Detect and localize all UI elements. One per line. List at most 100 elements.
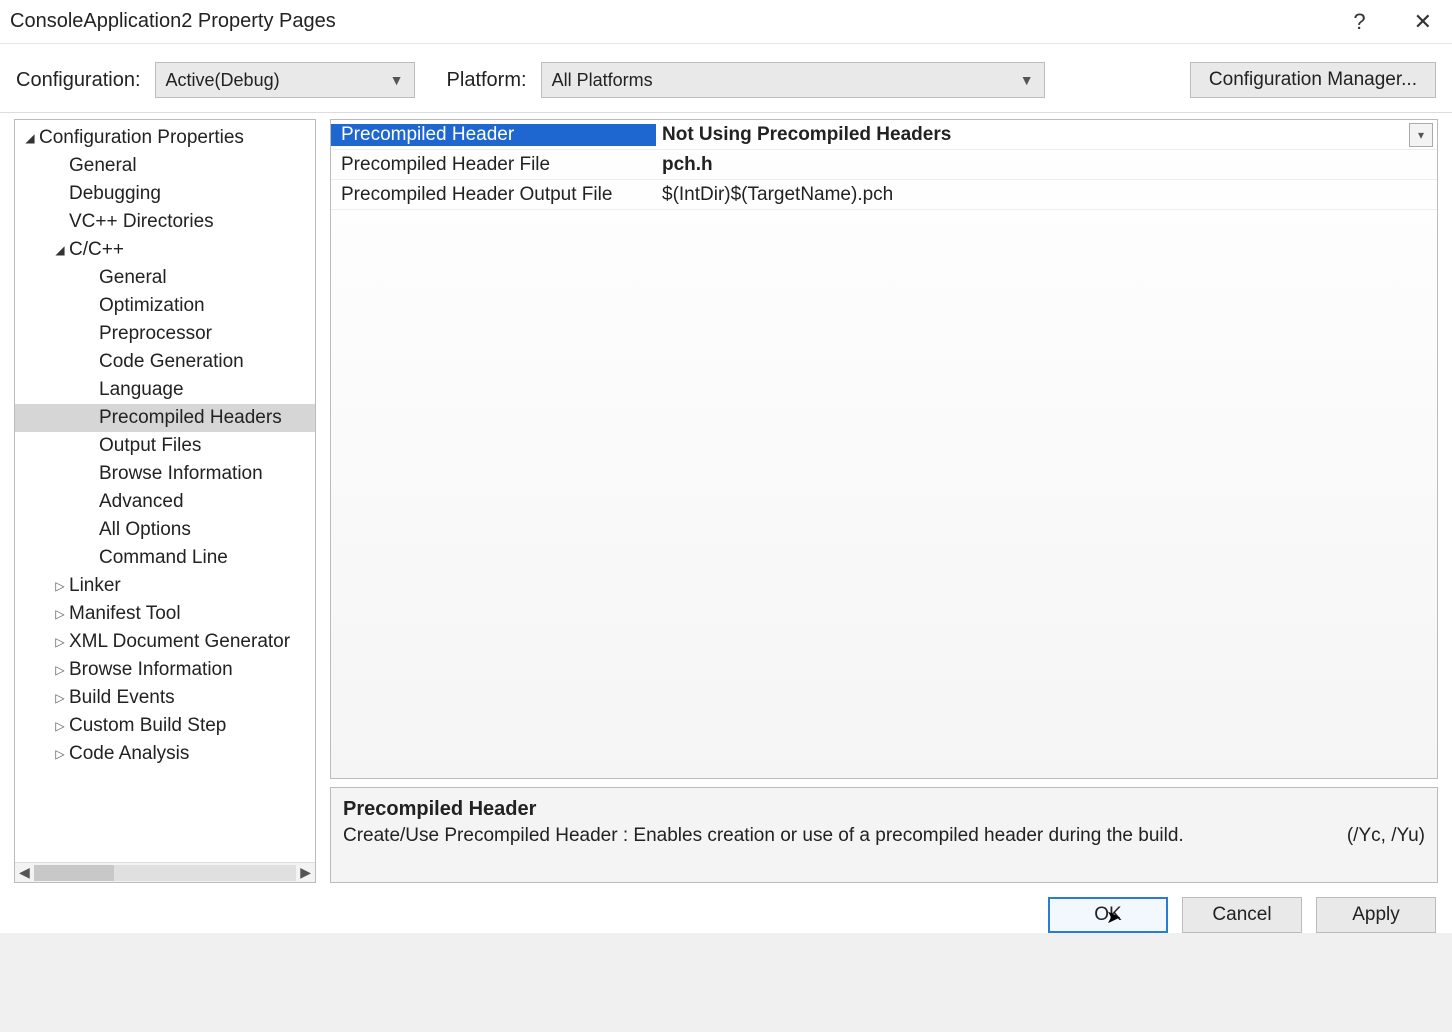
config-manager-label: Configuration Manager... (1209, 69, 1417, 91)
tree-item[interactable]: All Options (15, 516, 315, 544)
tree-item-label: Language (99, 379, 184, 401)
property-name: Precompiled Header Output File (331, 184, 656, 206)
cancel-label: Cancel (1212, 904, 1271, 926)
tree-item[interactable]: Code Generation (15, 348, 315, 376)
tree-item-label: Build Events (69, 687, 175, 709)
chevron-down-icon[interactable]: ▾ (1409, 123, 1433, 147)
tree-scrollbar[interactable]: ◀ ▶ (15, 862, 315, 882)
right-panel: Precompiled HeaderNot Using Precompiled … (330, 119, 1438, 883)
tree-item-label: General (99, 267, 167, 289)
tree-item[interactable]: General (15, 152, 315, 180)
tree-item-label: C/C++ (69, 239, 124, 261)
tree-item-label: General (69, 155, 137, 177)
tree-item-label: Preprocessor (99, 323, 212, 345)
chevron-right-icon: ▷ (51, 579, 69, 593)
help-icon[interactable]: ? (1343, 5, 1375, 39)
tree-item[interactable]: Debugging (15, 180, 315, 208)
tree-item[interactable]: Precompiled Headers (15, 404, 315, 432)
scroll-left-icon[interactable]: ◀ (19, 864, 30, 881)
description-panel: Precompiled Header Create/Use Precompile… (330, 787, 1438, 883)
toolbar: Configuration: Active(Debug) ▼ Platform:… (0, 44, 1452, 113)
tree-item[interactable]: Browse Information (15, 460, 315, 488)
tree-item[interactable]: Output Files (15, 432, 315, 460)
chevron-down-icon: ◢ (21, 131, 39, 145)
tree-item[interactable]: Advanced (15, 488, 315, 516)
platform-dropdown[interactable]: All Platforms ▼ (541, 62, 1045, 98)
tree-item-label: Configuration Properties (39, 127, 244, 149)
ok-label: OK (1094, 904, 1121, 926)
chevron-right-icon: ▷ (51, 747, 69, 761)
tree-item-label: Code Analysis (69, 743, 189, 765)
scroll-thumb[interactable] (34, 865, 114, 881)
tree-item-label: Command Line (99, 547, 228, 569)
description-title: Precompiled Header (343, 798, 1425, 821)
window-title: ConsoleApplication2 Property Pages (10, 10, 336, 33)
tree-item[interactable]: ▷XML Document Generator (15, 628, 315, 656)
configuration-dropdown[interactable]: Active(Debug) ▼ (155, 62, 415, 98)
tree-item[interactable]: ▷Custom Build Step (15, 712, 315, 740)
tree-item[interactable]: ▷Browse Information (15, 656, 315, 684)
tree-item-label: Output Files (99, 435, 201, 457)
chevron-right-icon: ▷ (51, 635, 69, 649)
tree-item-label: Linker (69, 575, 121, 597)
tree-item-label: Code Generation (99, 351, 244, 373)
titlebar: ConsoleApplication2 Property Pages ? ✕ (0, 0, 1452, 44)
property-name: Precompiled Header (331, 124, 656, 146)
tree[interactable]: ◢Configuration PropertiesGeneralDebuggin… (15, 120, 315, 862)
description-flags: (/Yc, /Yu) (1347, 825, 1425, 847)
tree-item[interactable]: ▷Linker (15, 572, 315, 600)
tree-item[interactable]: Language (15, 376, 315, 404)
property-row[interactable]: Precompiled Header Filepch.h (331, 150, 1437, 180)
property-name: Precompiled Header File (331, 154, 656, 176)
chevron-down-icon: ◢ (51, 243, 69, 257)
tree-item-label: Browse Information (99, 463, 263, 485)
tree-item[interactable]: Optimization (15, 292, 315, 320)
ok-button[interactable]: OK ➤ (1048, 897, 1168, 933)
tree-item[interactable]: ▷Build Events (15, 684, 315, 712)
tree-item-label: Precompiled Headers (99, 407, 282, 429)
tree-item-label: XML Document Generator (69, 631, 290, 653)
content: ◢Configuration PropertiesGeneralDebuggin… (0, 113, 1452, 883)
tree-item[interactable]: General (15, 264, 315, 292)
tree-item[interactable]: Command Line (15, 544, 315, 572)
footer: OK ➤ Cancel Apply (0, 883, 1452, 933)
chevron-down-icon: ▼ (1020, 72, 1034, 88)
tree-item-label: Advanced (99, 491, 184, 513)
tree-item-label: All Options (99, 519, 191, 541)
tree-panel: ◢Configuration PropertiesGeneralDebuggin… (14, 119, 316, 883)
tree-item[interactable]: ▷Code Analysis (15, 740, 315, 768)
tree-item[interactable]: ◢Configuration Properties (15, 124, 315, 152)
property-grid[interactable]: Precompiled HeaderNot Using Precompiled … (330, 119, 1438, 779)
scroll-right-icon[interactable]: ▶ (300, 864, 311, 881)
tree-item[interactable]: ◢C/C++ (15, 236, 315, 264)
tree-item-label: Debugging (69, 183, 161, 205)
tree-item[interactable]: Preprocessor (15, 320, 315, 348)
apply-button[interactable]: Apply (1316, 897, 1436, 933)
cancel-button[interactable]: Cancel (1182, 897, 1302, 933)
platform-value: All Platforms (552, 70, 653, 91)
tree-item-label: Browse Information (69, 659, 233, 681)
config-manager-button[interactable]: Configuration Manager... (1190, 62, 1436, 98)
tree-item-label: Optimization (99, 295, 205, 317)
chevron-right-icon: ▷ (51, 691, 69, 705)
tree-item[interactable]: ▷Manifest Tool (15, 600, 315, 628)
tree-item-label: Manifest Tool (69, 603, 181, 625)
chevron-right-icon: ▷ (51, 607, 69, 621)
tree-item-label: Custom Build Step (69, 715, 226, 737)
apply-label: Apply (1352, 904, 1400, 926)
chevron-down-icon: ▼ (390, 72, 404, 88)
property-row[interactable]: Precompiled HeaderNot Using Precompiled … (331, 120, 1437, 150)
close-icon[interactable]: ✕ (1404, 5, 1442, 39)
tree-item[interactable]: VC++ Directories (15, 208, 315, 236)
scroll-track[interactable] (34, 865, 296, 881)
description-body: Create/Use Precompiled Header : Enables … (343, 825, 1184, 847)
property-value[interactable]: $(IntDir)$(TargetName).pch (656, 184, 1437, 206)
platform-label: Platform: (447, 69, 527, 92)
configuration-label: Configuration: (16, 69, 141, 92)
property-value[interactable]: pch.h (656, 154, 1437, 176)
chevron-right-icon: ▷ (51, 719, 69, 733)
chevron-right-icon: ▷ (51, 663, 69, 677)
property-row[interactable]: Precompiled Header Output File$(IntDir)$… (331, 180, 1437, 210)
property-value[interactable]: Not Using Precompiled Headers (656, 124, 1409, 146)
configuration-value: Active(Debug) (166, 70, 280, 91)
